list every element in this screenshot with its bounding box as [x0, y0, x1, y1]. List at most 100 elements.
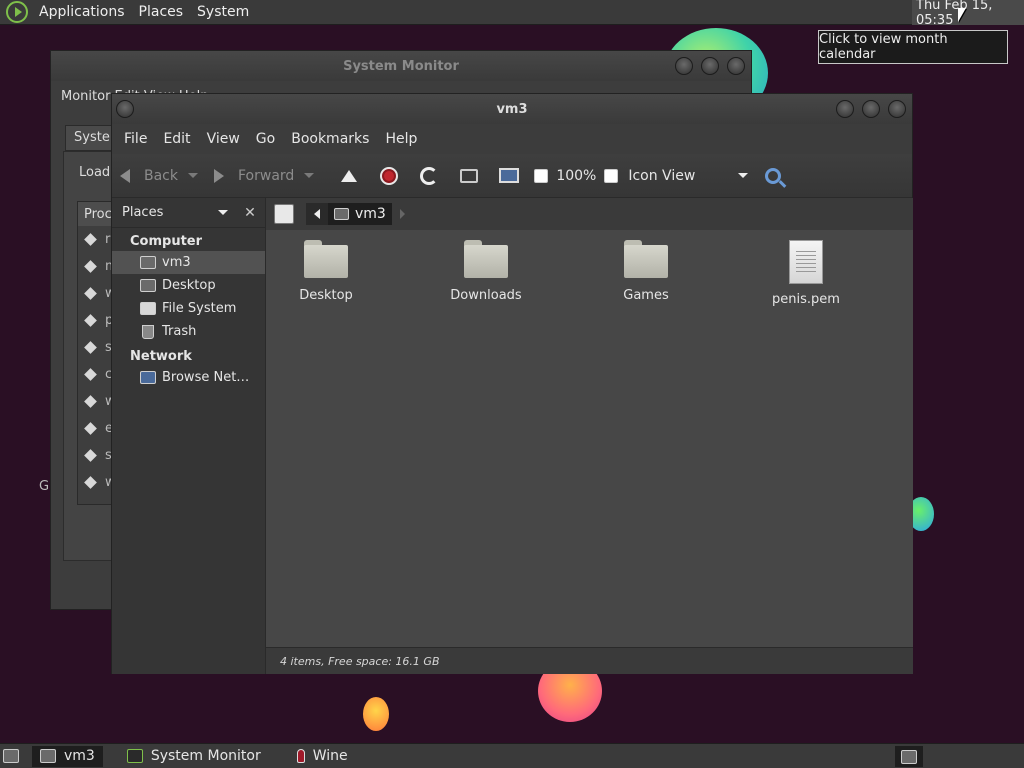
file-manager-menubar: File Edit View Go Bookmarks Help [112, 124, 912, 154]
bottom-taskbar: vm3 System Monitor Wine [0, 743, 1024, 768]
breadcrumb-scroll-left[interactable] [306, 203, 328, 225]
file-manager-window[interactable]: vm3 File Edit View Go Bookmarks Help Bac… [111, 93, 913, 674]
back-dropdown-icon[interactable] [188, 173, 198, 178]
close-sidebar-button[interactable]: ✕ [240, 203, 260, 223]
breadcrumb[interactable]: vm3 [328, 203, 392, 225]
breadcrumb-scroll-right[interactable] [399, 209, 405, 219]
minimize-button[interactable] [836, 100, 854, 118]
sidebar-selector[interactable]: Places [120, 202, 230, 224]
sidebar-item-desktop[interactable]: Desktop [112, 274, 265, 297]
document-icon [789, 240, 823, 284]
process-icon [84, 233, 97, 246]
close-button[interactable] [727, 57, 745, 75]
home-icon [901, 749, 917, 764]
search-button[interactable] [758, 161, 788, 191]
forward-button[interactable]: Forward [214, 161, 315, 191]
menu-file[interactable]: File [116, 131, 155, 147]
view-mode-select[interactable]: Icon View [628, 161, 749, 191]
sidebar-heading-network: Network [130, 349, 192, 364]
drive-icon [140, 302, 156, 315]
zoom-level: 100% [556, 167, 597, 184]
desktop-icon [3, 749, 19, 763]
workspace-switcher[interactable] [895, 746, 923, 767]
search-icon [765, 167, 782, 184]
zoom-out-icon[interactable] [534, 168, 549, 183]
stop-icon [380, 166, 399, 185]
sidebar-item-file-system[interactable]: File System [112, 297, 265, 320]
home-folder-icon [334, 208, 349, 220]
icon-view[interactable]: Desktop Downloads Games penis.pem [266, 230, 913, 647]
panel-menu-system[interactable]: System [190, 4, 256, 20]
file-manager-titlebar[interactable]: vm3 [112, 94, 912, 124]
file-item-desktop[interactable]: Desktop [266, 240, 386, 303]
panel-clock[interactable]: Thu Feb 15, 05:35 [912, 0, 1024, 28]
status-bar: 4 items, Free space: 16.1 GB [266, 647, 913, 674]
process-icon [84, 422, 97, 435]
up-arrow-icon [341, 169, 358, 182]
process-icon [84, 314, 97, 327]
computer-icon [499, 168, 520, 183]
file-item-games[interactable]: Games [586, 240, 706, 303]
up-button[interactable] [334, 161, 364, 191]
panel-menu-applications[interactable]: Applications [32, 4, 132, 20]
process-icon [84, 287, 97, 300]
network-icon [140, 371, 156, 384]
home-folder-icon [140, 256, 156, 269]
close-button[interactable] [888, 100, 906, 118]
process-icon [84, 260, 97, 273]
home-icon [460, 168, 479, 183]
chevron-down-icon [218, 210, 228, 215]
reload-button[interactable] [414, 161, 444, 191]
system-monitor-titlebar[interactable]: System Monitor [51, 51, 751, 81]
distro-logo-icon[interactable] [6, 1, 28, 23]
maximize-button[interactable] [862, 100, 880, 118]
taskbar-item-wine[interactable]: Wine [285, 746, 356, 767]
desktop-blob-small [363, 697, 389, 731]
folder-icon [464, 240, 508, 278]
file-manager-toolbar: Back Forward 100% Icon View [112, 154, 912, 198]
sidebar-item-browse-network[interactable]: Browse Net… [112, 366, 265, 389]
menu-help[interactable]: Help [377, 131, 425, 147]
folder-icon [624, 240, 668, 278]
home-button[interactable] [454, 161, 484, 191]
process-icon [84, 476, 97, 489]
location-bar: vm3 [266, 198, 913, 230]
places-sidebar: Places ✕ Computer vm3 Desktop File Syste… [112, 198, 266, 674]
home-folder-icon [40, 749, 56, 763]
menu-view[interactable]: View [199, 131, 248, 147]
sidebar-item-trash[interactable]: Trash [112, 320, 265, 343]
back-button[interactable]: Back [120, 161, 198, 191]
computer-button[interactable] [494, 161, 524, 191]
menu-bookmarks[interactable]: Bookmarks [283, 131, 377, 147]
menu-go[interactable]: Go [248, 131, 283, 147]
sidebar-item-vm3[interactable]: vm3 [112, 251, 265, 274]
stop-button[interactable] [374, 161, 404, 191]
forward-arrow-icon [214, 168, 224, 183]
process-icon [84, 368, 97, 381]
folder-icon [304, 240, 348, 278]
reload-icon [420, 166, 439, 185]
mouse-cursor-icon [958, 8, 966, 22]
load-label: Load [79, 165, 111, 180]
desktop-letter: G [39, 479, 50, 494]
zoom-in-icon[interactable] [604, 168, 619, 183]
calendar-tooltip: Click to view month calendar [818, 30, 1008, 64]
taskbar-item-system-monitor[interactable]: System Monitor [119, 746, 269, 767]
menu-edit[interactable]: Edit [155, 131, 198, 147]
wine-icon [296, 749, 305, 763]
system-monitor-icon [126, 749, 143, 763]
panel-menu-places[interactable]: Places [132, 4, 191, 20]
trash-icon [142, 324, 154, 339]
sidebar-heading-computer: Computer [130, 234, 203, 249]
places-header: Places ✕ [112, 198, 265, 228]
file-item-pem[interactable]: penis.pem [746, 240, 866, 307]
edit-location-button[interactable] [274, 204, 294, 224]
minimize-button[interactable] [675, 57, 693, 75]
show-desktop-button[interactable] [0, 746, 22, 767]
forward-dropdown-icon[interactable] [304, 173, 315, 178]
maximize-button[interactable] [701, 57, 719, 75]
file-item-downloads[interactable]: Downloads [426, 240, 546, 303]
window-menu-button[interactable] [116, 100, 134, 118]
back-arrow-icon [120, 168, 130, 183]
taskbar-item-vm3[interactable]: vm3 [32, 745, 103, 767]
